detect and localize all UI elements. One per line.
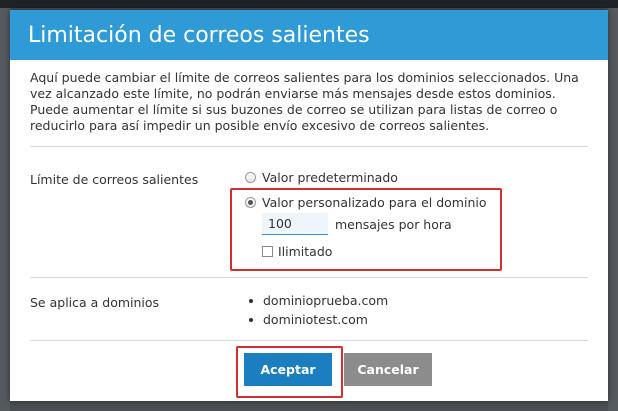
accept-button[interactable]: Aceptar [244,353,332,386]
cancel-button[interactable]: Cancelar [344,353,432,386]
background-topbar [0,0,618,8]
dialog-title: Limitación de correos salientes [28,22,370,48]
limit-section: Límite de correos salientes Valor predet… [10,147,608,277]
option-custom[interactable]: Valor personalizado para el dominio [245,195,486,210]
background-left-edge [0,8,10,411]
option-default[interactable]: Valor predeterminado [245,170,398,185]
domain-list-item: dominiotest.com [249,310,388,329]
option-default-label: Valor predeterminado [262,170,398,185]
limit-label: Límite de correos salientes [30,172,199,187]
unlimited-checkbox-row[interactable]: Ilimitado [262,244,332,259]
dialog-header: Limitación de correos salientes [10,10,608,60]
domain-list: dominioprueba.com dominiotest.com [249,291,388,329]
domain-list-item: dominioprueba.com [249,291,388,310]
option-custom-label: Valor personalizado para el dominio [262,195,487,210]
unlimited-label: Ilimitado [278,244,333,259]
applies-to-domains-label: Se aplica a dominios [30,295,160,310]
messages-per-hour-input[interactable] [262,213,328,235]
unlimited-checkbox[interactable] [262,246,273,257]
outgoing-mail-limit-dialog: Limitación de correos salientes Aquí pue… [10,10,608,401]
domains-section: Se aplica a dominios dominioprueba.com d… [10,278,608,340]
dialog-footer: Aceptar Cancelar [10,341,608,401]
custom-unit-label: mensajes por hora [335,217,452,232]
dialog-intro-text: Aquí puede cambiar el límite de correos … [30,70,579,133]
radio-custom[interactable] [245,197,256,208]
radio-default[interactable] [245,172,256,183]
background-right-edge [608,8,618,411]
